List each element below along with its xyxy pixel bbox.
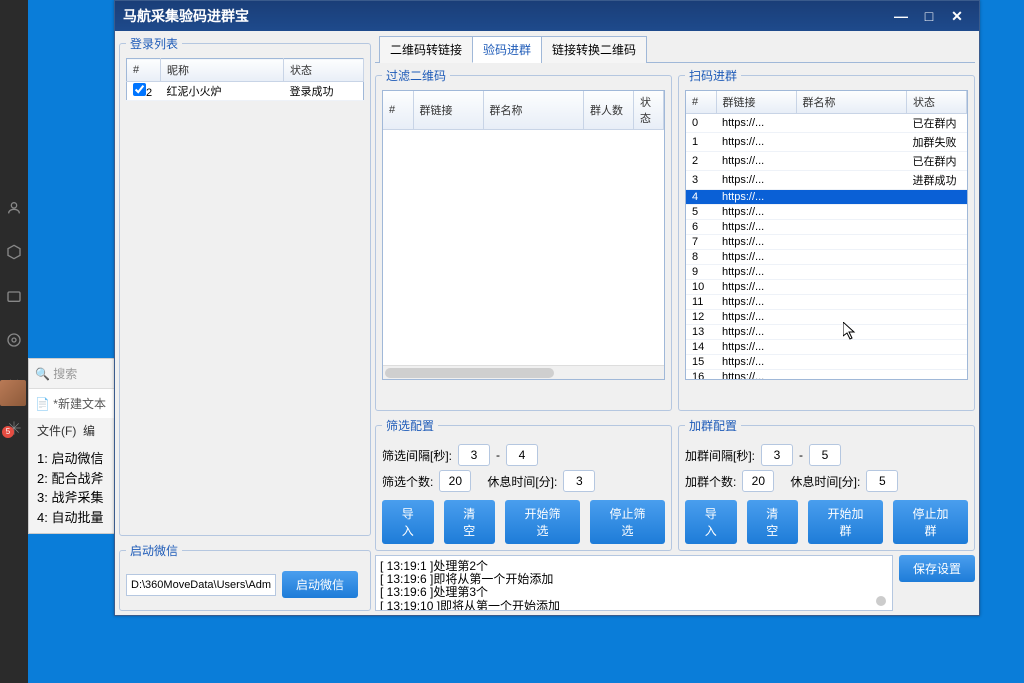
col-status[interactable]: 状态 xyxy=(907,91,967,114)
scan-join-legend: 扫码进群 xyxy=(685,67,741,84)
filter-interval-label: 筛选间隔[秒]: xyxy=(382,447,452,464)
col-name[interactable]: 群名称 xyxy=(483,91,584,130)
gear-icon[interactable] xyxy=(6,332,22,348)
filter-table[interactable]: # 群链接 群名称 群人数 状态 xyxy=(383,91,664,130)
tab-bar: 二维码转链接 验码进群 链接转换二维码 xyxy=(375,35,975,63)
table-row[interactable]: 2https://...已在群内 xyxy=(686,152,967,171)
join-start-button[interactable]: 开始加群 xyxy=(808,500,883,544)
maximize-button[interactable]: □ xyxy=(915,6,943,26)
join-config-legend: 加群配置 xyxy=(685,417,741,434)
join-interval-max[interactable] xyxy=(809,444,841,466)
join-count[interactable] xyxy=(742,470,774,492)
os-taskbar xyxy=(0,0,28,683)
col-idx[interactable]: # xyxy=(127,59,161,82)
horizontal-scrollbar[interactable] xyxy=(383,365,664,379)
cube-icon[interactable] xyxy=(6,244,22,260)
notification-badge: 5 xyxy=(2,426,14,438)
minimize-button[interactable]: — xyxy=(887,6,915,26)
table-row[interactable]: 10https://... xyxy=(686,280,967,295)
start-wechat-panel: 启动微信 启动微信 xyxy=(119,542,371,611)
save-settings-button[interactable]: 保存设置 xyxy=(899,555,975,582)
col-status[interactable]: 状态 xyxy=(634,91,664,130)
filter-count-label: 筛选个数: xyxy=(382,473,433,490)
user-icon[interactable] xyxy=(6,200,22,216)
table-row[interactable]: 16https://... xyxy=(686,370,967,381)
table-row[interactable]: 14https://... xyxy=(686,340,967,355)
log-line: [ 13:19:10 ]即将从第一个开始添加 xyxy=(380,600,888,611)
filter-start-button[interactable]: 开始筛选 xyxy=(505,500,580,544)
filter-interval-max[interactable] xyxy=(506,444,538,466)
wechat-path-input[interactable] xyxy=(126,574,276,596)
app-window: 马航采集验码进群宝 — □ ✕ 登录列表 # 昵称 状态 2红泥小火炉登录成功 xyxy=(114,0,980,616)
table-row[interactable]: 3https://...进群成功 xyxy=(686,171,967,190)
col-link[interactable]: 群链接 xyxy=(413,91,483,130)
avatar[interactable] xyxy=(0,380,26,406)
filter-count[interactable] xyxy=(439,470,471,492)
start-wechat-button[interactable]: 启动微信 xyxy=(282,571,358,598)
filter-qr-legend: 过滤二维码 xyxy=(382,67,450,84)
close-button[interactable]: ✕ xyxy=(943,6,971,26)
table-row[interactable]: 5https://... xyxy=(686,205,967,220)
login-list-legend: 登录列表 xyxy=(126,35,182,52)
filter-rest-label: 休息时间[分]: xyxy=(487,473,557,490)
table-row[interactable]: 12https://... xyxy=(686,310,967,325)
filter-qr-panel: 过滤二维码 # 群链接 群名称 群人数 状态 xyxy=(375,67,672,411)
login-list-panel: 登录列表 # 昵称 状态 2红泥小火炉登录成功 xyxy=(119,35,371,536)
table-row[interactable]: 1https://...加群失败 xyxy=(686,133,967,152)
log-line: [ 13:19:6 ]处理第3个 xyxy=(380,586,888,599)
table-row[interactable]: 7https://... xyxy=(686,235,967,250)
table-row[interactable]: 8https://... xyxy=(686,250,967,265)
scan-join-panel: 扫码进群 # 群链接 群名称 状态 0https://...已在群内1https… xyxy=(678,67,975,411)
table-row[interactable]: 13https://... xyxy=(686,325,967,340)
filter-interval-min[interactable] xyxy=(458,444,490,466)
filter-config-panel: 筛选配置 筛选间隔[秒]: - 筛选个数: 休息时间[分]: xyxy=(375,417,672,551)
join-config-panel: 加群配置 加群间隔[秒]: - 加群个数: 休息时间[分]: xyxy=(678,417,975,551)
start-wechat-legend: 启动微信 xyxy=(126,542,182,559)
folder-icon[interactable] xyxy=(6,288,22,304)
status-dot-icon xyxy=(876,596,886,606)
join-import-button[interactable]: 导入 xyxy=(685,500,737,544)
col-status[interactable]: 状态 xyxy=(284,59,364,82)
join-clear-button[interactable]: 清空 xyxy=(747,500,799,544)
menu-file[interactable]: 文件(F) xyxy=(37,424,76,438)
log-output[interactable]: [ 13:19:1 ]处理第2个 [ 13:19:6 ]即将从第一个开始添加 [… xyxy=(375,555,893,611)
table-row[interactable]: 9https://... xyxy=(686,265,967,280)
table-row[interactable]: 6https://... xyxy=(686,220,967,235)
table-row[interactable]: 11https://... xyxy=(686,295,967,310)
tab-verify-join[interactable]: 验码进群 xyxy=(472,36,542,63)
table-row[interactable]: 2红泥小火炉登录成功 xyxy=(127,82,364,101)
join-count-label: 加群个数: xyxy=(685,473,736,490)
col-nick[interactable]: 昵称 xyxy=(161,59,284,82)
scan-table[interactable]: # 群链接 群名称 状态 0https://...已在群内1https://..… xyxy=(686,91,967,380)
join-rest-label: 休息时间[分]: xyxy=(790,473,860,490)
col-count[interactable]: 群人数 xyxy=(584,91,634,130)
row-checkbox[interactable] xyxy=(133,83,146,96)
menu-edit[interactable]: 编 xyxy=(83,424,95,438)
tab-link-to-qr[interactable]: 链接转换二维码 xyxy=(541,36,647,63)
col-link[interactable]: 群链接 xyxy=(716,91,796,114)
join-interval-label: 加群间隔[秒]: xyxy=(685,447,755,464)
titlebar[interactable]: 马航采集验码进群宝 — □ ✕ xyxy=(115,1,979,31)
filter-import-button[interactable]: 导入 xyxy=(382,500,434,544)
col-idx[interactable]: # xyxy=(383,91,413,130)
table-row[interactable]: 15https://... xyxy=(686,355,967,370)
login-table[interactable]: # 昵称 状态 2红泥小火炉登录成功 xyxy=(126,58,364,101)
app-title: 马航采集验码进群宝 xyxy=(123,6,249,26)
join-rest[interactable] xyxy=(866,470,898,492)
col-name[interactable]: 群名称 xyxy=(796,91,907,114)
table-row[interactable]: 0https://...已在群内 xyxy=(686,114,967,133)
filter-rest[interactable] xyxy=(563,470,595,492)
tab-qr-to-link[interactable]: 二维码转链接 xyxy=(379,36,473,63)
col-idx[interactable]: # xyxy=(686,91,716,114)
join-interval-min[interactable] xyxy=(761,444,793,466)
join-stop-button[interactable]: 停止加群 xyxy=(893,500,968,544)
filter-clear-button[interactable]: 清空 xyxy=(444,500,496,544)
filter-stop-button[interactable]: 停止筛选 xyxy=(590,500,665,544)
table-row[interactable]: 4https://... xyxy=(686,190,967,205)
filter-config-legend: 筛选配置 xyxy=(382,417,438,434)
